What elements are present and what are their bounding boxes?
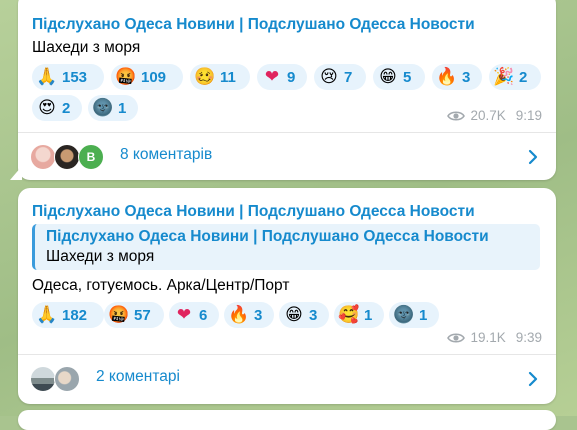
post-text: Шахеди з моря: [32, 39, 141, 56]
reaction-count: 6: [199, 306, 208, 324]
chevron-right-icon: [528, 149, 538, 165]
fire-icon: 🔥: [436, 67, 458, 87]
grinning-face-icon: 😁: [285, 305, 303, 325]
reaction-count: 153: [62, 68, 88, 86]
avatar: [54, 144, 80, 170]
reaction-crying-face[interactable]: 😢 7: [314, 64, 366, 90]
reaction-new-moon-face[interactable]: 🌚 1: [88, 95, 138, 121]
reaction-cursing-face[interactable]: 🤬 57: [104, 302, 164, 328]
reaction-count: 3: [462, 68, 471, 86]
comments-button[interactable]: В 8 коментарів: [18, 133, 556, 179]
reaction-count: 5: [403, 68, 412, 86]
reply-quote[interactable]: Підслухано Одеса Новини | Подслушано Оде…: [32, 224, 540, 270]
reactions-bar: 🙏 182 🤬 57 ❤ 6 🔥 3 😁 3 🥰 1 🌚 1: [32, 302, 542, 330]
quote-channel-name: Підслухано Одеса Новини | Подслушано Оде…: [46, 228, 489, 245]
reaction-count: 57: [134, 306, 151, 324]
reaction-party-popper[interactable]: 🎉 2: [489, 64, 541, 90]
new-moon-face-icon: 🌚: [92, 98, 114, 118]
reaction-count: 109: [141, 68, 167, 86]
reaction-count: 3: [254, 306, 263, 324]
reaction-woozy-face[interactable]: 🥴 11: [190, 64, 250, 90]
post-text: Одеса, готуємось. Арка/Центр/Порт: [32, 277, 290, 294]
reaction-red-heart[interactable]: ❤ 9: [257, 64, 307, 90]
channel-post[interactable]: [18, 410, 556, 430]
woozy-face-icon: 🥴: [194, 67, 216, 87]
cursing-face-icon: 🤬: [115, 67, 137, 87]
channel-name[interactable]: Підслухано Одеса Новини | Подслушано Оде…: [32, 16, 475, 34]
reaction-grinning-face[interactable]: 😁 5: [373, 64, 425, 90]
avatar: [30, 144, 56, 170]
red-heart-icon: ❤: [264, 67, 280, 87]
channel-post[interactable]: Підслухано Одеса Новини | Подслушано Оде…: [10, 0, 556, 180]
reaction-count: 2: [62, 99, 71, 117]
channel-name[interactable]: Підслухано Одеса Новини | Подслушано Оде…: [32, 203, 475, 221]
avatar: [30, 366, 56, 392]
cursing-face-icon: 🤬: [108, 305, 130, 325]
red-heart-icon: ❤: [176, 305, 192, 325]
post-time: 9:39: [515, 330, 542, 345]
reaction-new-moon-face[interactable]: 🌚 1: [389, 302, 439, 328]
crying-face-icon: 😢: [320, 67, 338, 87]
post-time: 9:19: [515, 108, 542, 123]
reaction-folded-hands[interactable]: 🙏 153: [32, 64, 104, 90]
comments-count-label: 2 коментарі: [96, 368, 180, 385]
quote-text: Шахеди з моря: [46, 248, 155, 265]
reaction-count: 11: [220, 68, 236, 86]
fire-icon: 🔥: [228, 305, 250, 325]
reaction-folded-hands[interactable]: 🙏 182: [32, 302, 104, 328]
reaction-cursing-face[interactable]: 🤬 109: [111, 64, 183, 90]
party-popper-icon: 🎉: [493, 67, 515, 87]
folded-hands-icon: 🙏: [36, 67, 58, 87]
reaction-count: 182: [62, 306, 88, 324]
channel-post[interactable]: Підслухано Одеса Новини | Подслушано Оде…: [18, 188, 556, 404]
reaction-count: 1: [419, 306, 428, 324]
reaction-heart-eyes[interactable]: 😍 2: [32, 95, 82, 121]
heart-eyes-icon: 😍: [38, 98, 56, 118]
reaction-fire[interactable]: 🔥 3: [432, 64, 482, 90]
reaction-grinning-face[interactable]: 😁 3: [279, 302, 329, 328]
new-moon-face-icon: 🌚: [393, 305, 415, 325]
comments-count-label: 8 коментарів: [120, 146, 213, 163]
reaction-fire[interactable]: 🔥 3: [224, 302, 274, 328]
reaction-count: 9: [287, 68, 296, 86]
reaction-count: 3: [309, 306, 318, 324]
smiling-hearts-icon: 🥰: [338, 305, 360, 325]
post-meta: 20.7K 9:19: [447, 108, 542, 123]
view-count: 19.1K: [470, 330, 506, 345]
reaction-count: 7: [344, 68, 353, 86]
chevron-right-icon: [528, 371, 538, 387]
grinning-face-icon: 😁: [379, 67, 397, 87]
reaction-count: 1: [364, 306, 373, 324]
eye-icon: [447, 110, 466, 121]
reaction-smiling-hearts[interactable]: 🥰 1: [334, 302, 384, 328]
bubble-tail: [10, 166, 22, 180]
avatar: [54, 366, 80, 392]
reaction-red-heart[interactable]: ❤ 6: [169, 302, 219, 328]
eye-icon: [447, 332, 466, 343]
avatar-letter: В: [78, 144, 104, 170]
reaction-count: 1: [118, 99, 127, 117]
post-meta: 19.1K 9:39: [447, 330, 542, 345]
folded-hands-icon: 🙏: [36, 305, 58, 325]
view-count: 20.7K: [470, 108, 506, 123]
comments-button[interactable]: 2 коментарі: [18, 355, 556, 401]
reaction-count: 2: [519, 68, 528, 86]
